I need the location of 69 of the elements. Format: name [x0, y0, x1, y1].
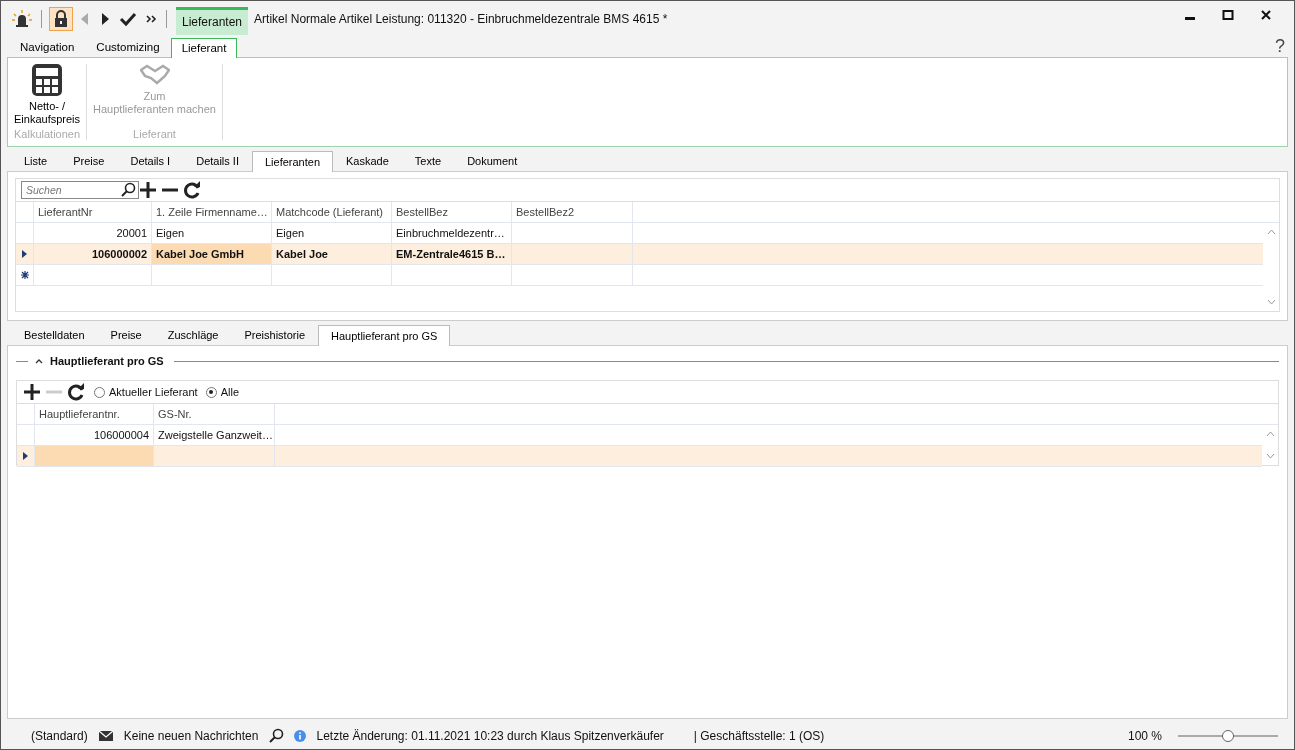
table-cell: Eigen: [272, 223, 392, 243]
table-row[interactable]: 106000002 Kabel Joe GmbH Kabel Joe EM-Zentrale4615 B…: [16, 244, 1263, 265]
tab[interactable]: Preishistorie: [231, 325, 319, 345]
column-header[interactable]: Hauptlieferantnr.: [35, 404, 154, 424]
tab[interactable]: Details I: [117, 151, 184, 171]
refresh-icon[interactable]: [66, 382, 86, 402]
ribbon-group-label: Lieferant: [133, 128, 176, 140]
search-icon[interactable]: [120, 182, 136, 198]
ribbon-tab[interactable]: Lieferant: [170, 38, 238, 58]
column-header[interactable]: BestellBez: [392, 202, 512, 222]
window-title: Artikel Normale Artikel Leistung: 011320 - Einbruchmeldezentrale BMS 4615 *: [254, 12, 669, 26]
column-header[interactable]: LieferantNr: [34, 202, 152, 222]
table-cell: EM-Zentrale4615 B…: [392, 244, 512, 264]
tab[interactable]: Liste: [11, 151, 61, 171]
tab[interactable]: Bestelldaten: [11, 325, 98, 345]
refresh-icon[interactable]: [182, 180, 202, 200]
column-header[interactable]: BestellBez2: [512, 202, 633, 222]
row-indicator-icon: [23, 452, 28, 460]
tab[interactable]: Preise: [97, 325, 155, 345]
maximize-icon[interactable]: [1222, 9, 1234, 21]
branch-status: | Geschäftsstelle: 1 (OS): [693, 729, 825, 743]
calculator-icon: [32, 64, 62, 96]
table-cell: Einbruchmeldezentr…: [392, 223, 512, 243]
column-header[interactable]: Matchcode (Lieferant): [272, 202, 392, 222]
collapse-icon[interactable]: [34, 357, 44, 365]
ribbon-group-label: Kalkulationen: [14, 128, 81, 140]
add-icon[interactable]: [138, 180, 158, 200]
calculation-button[interactable]: Netto- / Einkaufspreis: [14, 64, 81, 128]
scroll-down-icon[interactable]: [1266, 299, 1276, 305]
lock-icon[interactable]: [49, 7, 73, 31]
column-header[interactable]: 1. Zeile Firmenname…: [152, 202, 272, 222]
scroll-up-icon[interactable]: [1265, 431, 1275, 437]
section-title: Hauptlieferant pro GS: [50, 355, 164, 367]
layout-label[interactable]: (Standard): [31, 729, 88, 743]
scroll-up-icon[interactable]: [1266, 229, 1276, 235]
tab[interactable]: Preise: [60, 151, 118, 171]
envelope-icon[interactable]: [97, 730, 114, 742]
remove-icon[interactable]: [160, 187, 180, 193]
tab[interactable]: Lieferanten: [252, 151, 334, 172]
row-indicator-icon: [22, 250, 27, 258]
tab[interactable]: Texte: [401, 151, 455, 171]
table-cell: Eigen: [152, 223, 272, 243]
context-tab-label: Lieferanten: [176, 7, 249, 35]
column-header[interactable]: GS-Nr.: [154, 404, 275, 424]
table-cell: Kabel Joe: [272, 244, 392, 264]
messages-status[interactable]: Keine neuen Nachrichten: [123, 729, 259, 743]
table-cell: 20001: [34, 223, 152, 243]
table-cell: Kabel Joe GmbH: [152, 244, 272, 264]
zoom-thumb[interactable]: [1222, 730, 1234, 742]
ribbon-tab[interactable]: Navigation: [9, 37, 86, 57]
last-change-text: Letzte Änderung: 01.11.2021 10:23 durch Klaus Spitzenverkäufer: [316, 729, 664, 743]
search-field[interactable]: Suchen: [21, 181, 139, 199]
close-icon[interactable]: [1260, 9, 1272, 21]
help-label[interactable]: ?: [1275, 36, 1285, 57]
add-icon[interactable]: [22, 382, 42, 402]
table-cell: Zweigstelle Ganzweit…: [154, 425, 275, 445]
zoom-reading: 100 %: [1127, 729, 1162, 743]
search-icon[interactable]: [268, 728, 285, 744]
filter-radio[interactable]: Alle: [205, 386, 239, 398]
filter-radio[interactable]: Aktueller Lieferant: [94, 386, 198, 398]
tab[interactable]: Zuschläge: [154, 325, 232, 345]
ribbon-tab[interactable]: Customizing: [85, 37, 171, 57]
tab[interactable]: Dokument: [454, 151, 531, 171]
tab[interactable]: Details II: [183, 151, 252, 171]
tab[interactable]: Kaskade: [333, 151, 402, 171]
tab[interactable]: Hauptlieferant pro GS: [318, 325, 451, 346]
info-icon[interactable]: [294, 730, 307, 742]
table-cell: 106000004: [35, 425, 154, 445]
scroll-down-icon[interactable]: [1265, 453, 1275, 459]
